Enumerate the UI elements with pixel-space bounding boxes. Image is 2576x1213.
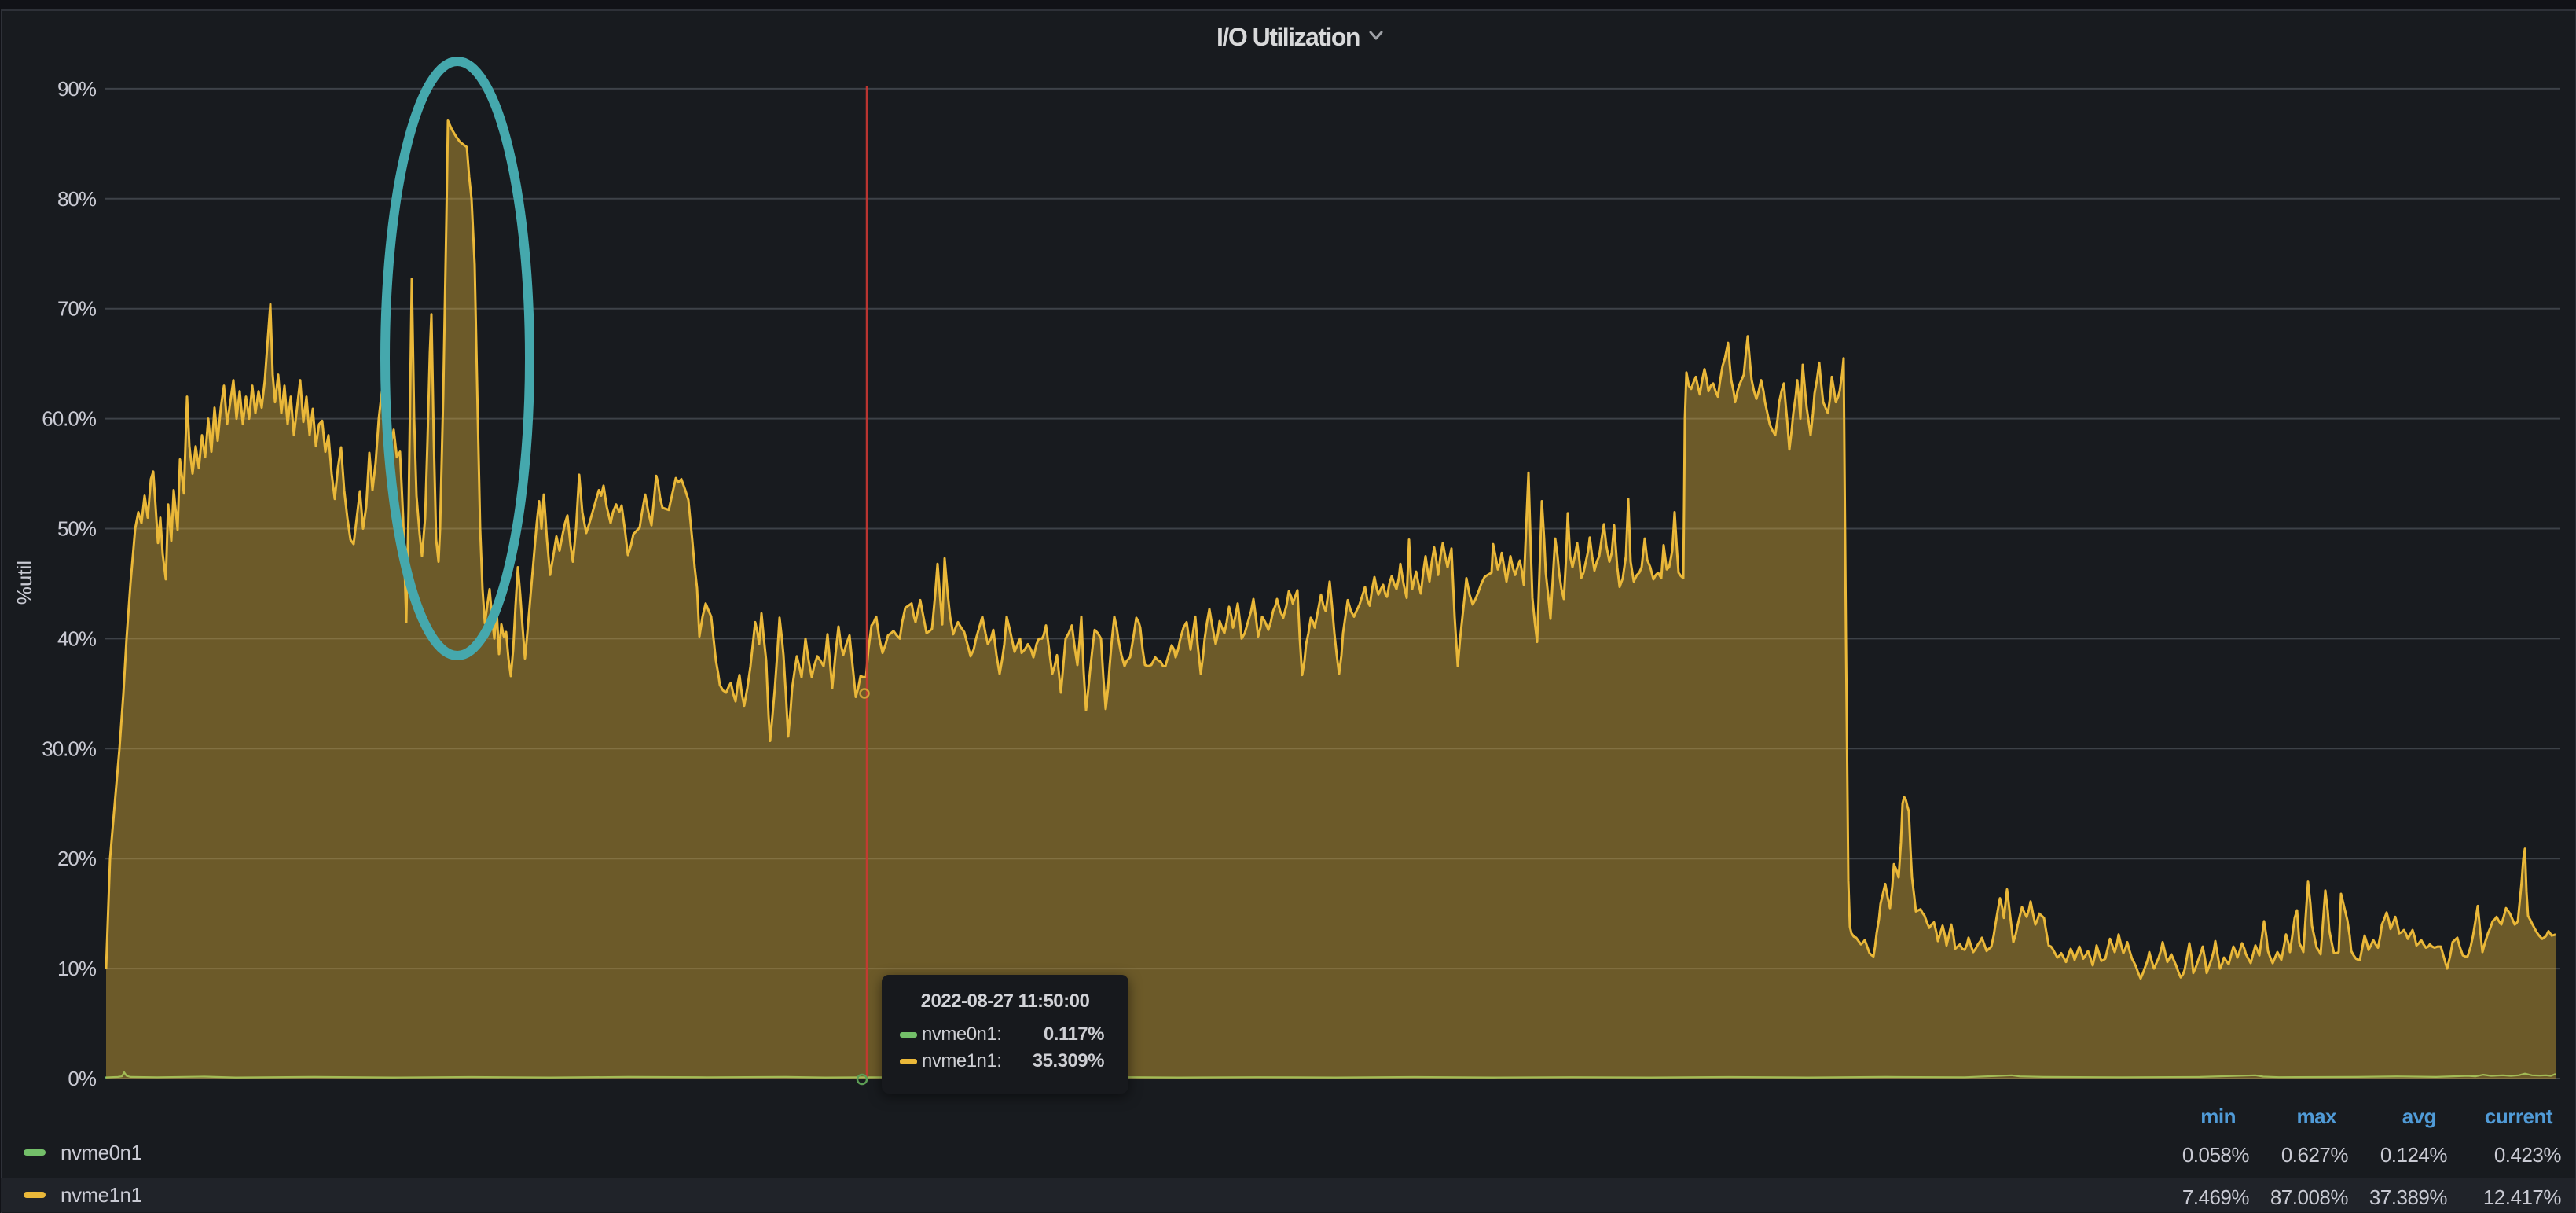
svg-text:min: min: [2200, 1105, 2236, 1128]
svg-text:80%: 80%: [57, 187, 97, 211]
svg-text:70%: 70%: [57, 297, 97, 321]
svg-text:max: max: [2296, 1105, 2337, 1128]
svg-text:0.627%: 0.627%: [2281, 1143, 2349, 1167]
svg-text:nvme1n1: nvme1n1: [61, 1183, 141, 1207]
svg-text:30.0%: 30.0%: [42, 737, 97, 760]
svg-text:10%: 10%: [57, 957, 97, 980]
svg-text:12.417%: 12.417%: [2483, 1185, 2562, 1209]
svg-text:0.058%: 0.058%: [2182, 1143, 2250, 1167]
svg-text:nvme0n1: nvme0n1: [61, 1141, 141, 1164]
svg-text:40%: 40%: [57, 627, 97, 650]
svg-text:7.469%: 7.469%: [2182, 1185, 2250, 1209]
svg-text:0.124%: 0.124%: [2380, 1143, 2448, 1167]
svg-text:50%: 50%: [57, 517, 97, 541]
svg-text:0%: 0%: [68, 1067, 96, 1090]
svg-text:current: current: [2485, 1105, 2553, 1128]
svg-text:0.423%: 0.423%: [2494, 1143, 2562, 1167]
svg-text:60.0%: 60.0%: [42, 407, 97, 431]
svg-text:37.389%: 37.389%: [2369, 1185, 2448, 1209]
svg-text:avg: avg: [2402, 1105, 2436, 1128]
svg-text:90%: 90%: [57, 77, 97, 101]
svg-text:87.008%: 87.008%: [2270, 1185, 2349, 1209]
svg-text:20%: 20%: [57, 847, 97, 870]
